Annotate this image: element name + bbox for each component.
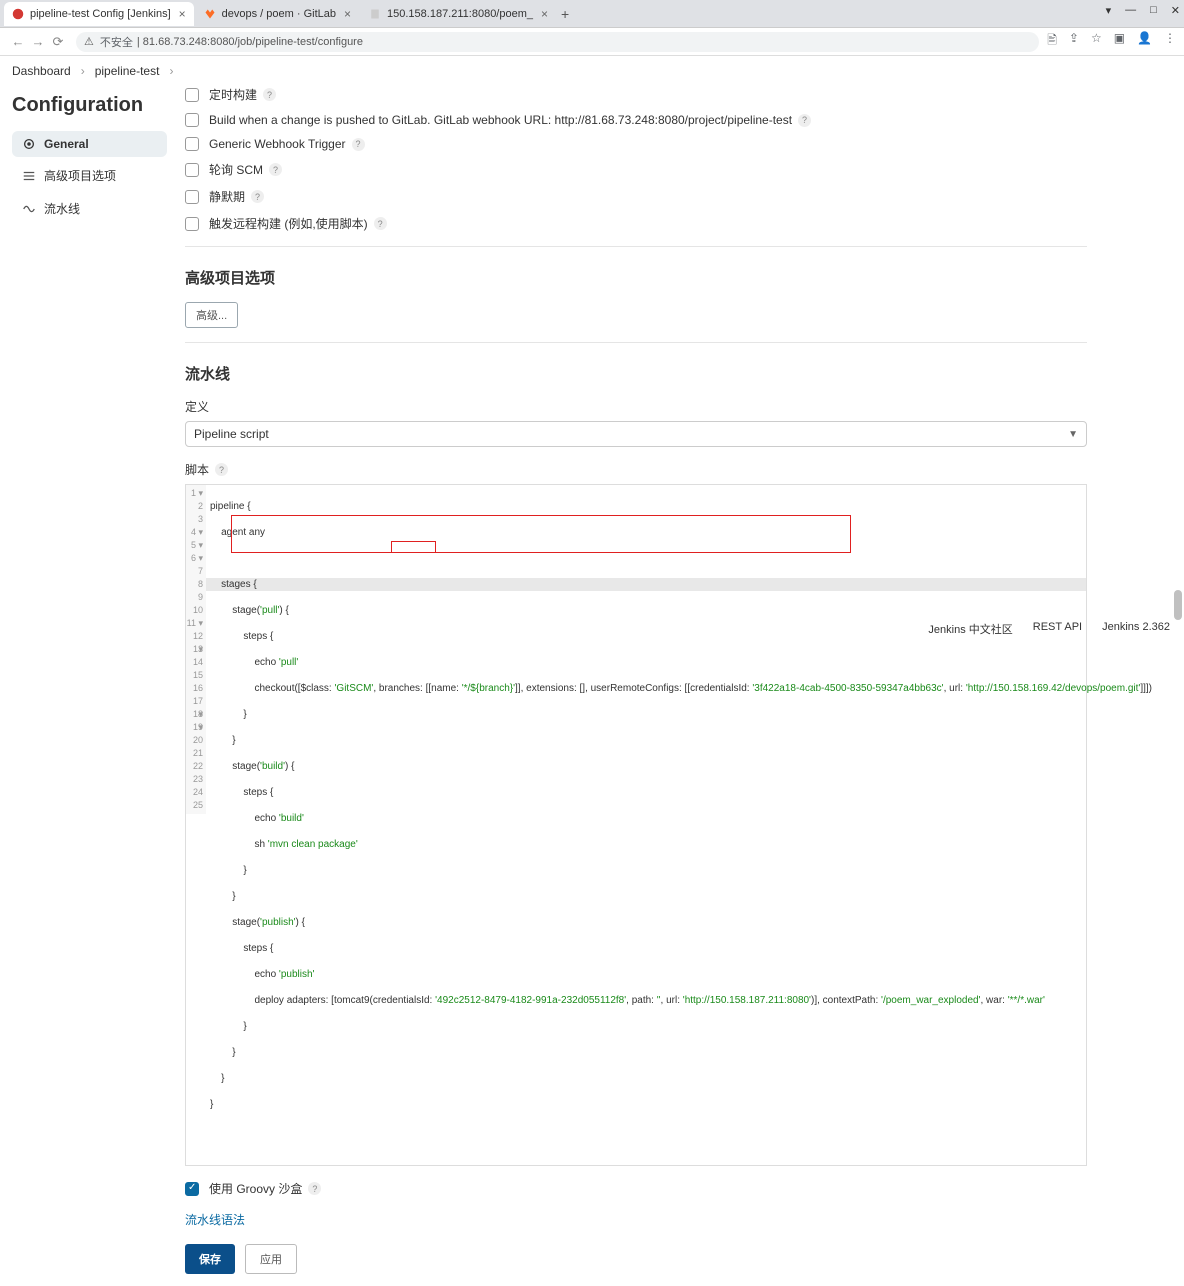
trigger-row-quiet: 静默期 ? <box>185 188 1087 205</box>
close-window-icon[interactable]: ✕ <box>1171 4 1180 17</box>
main-content: 定时构建 ? Build when a change is pushed to … <box>167 86 1087 1286</box>
help-icon[interactable]: ? <box>798 114 811 127</box>
sidebar-item-label: General <box>44 137 89 151</box>
back-button[interactable]: ← <box>8 34 28 49</box>
minimize-icon[interactable]: — <box>1125 4 1136 17</box>
pipeline-heading: 流水线 <box>185 363 1087 384</box>
checkbox[interactable] <box>185 113 199 127</box>
line-gutter: 1 ▾234 ▾5 ▾6 ▾7891011 ▾12 ▾1314151617 ▾1… <box>186 485 206 814</box>
tab-title: pipeline-test Config [Jenkins] <box>30 8 171 20</box>
checkbox-label: 触发远程构建 (例如,使用脚本) <box>209 215 368 232</box>
checkbox-label: Build when a change is pushed to GitLab.… <box>209 113 792 127</box>
browser-tab-2[interactable]: 150.158.187.211:8080/poem_ × <box>361 2 551 26</box>
close-icon[interactable]: × <box>541 7 548 21</box>
insecure-label: 不安全 <box>100 34 133 50</box>
footer-version: Jenkins 2.362 <box>1102 621 1170 637</box>
script-editor[interactable]: 1 ▾234 ▾5 ▾6 ▾7891011 ▾12 ▾1314151617 ▾1… <box>185 484 1087 1166</box>
tab-title: devops / poem · GitLab <box>222 8 336 20</box>
sidebar-item-advanced[interactable]: 高级项目选项 <box>12 161 167 190</box>
profile-icon[interactable]: 👤 <box>1137 31 1152 52</box>
chevron-right-icon: › <box>169 64 173 78</box>
sidebar-item-pipeline[interactable]: 流水线 <box>12 194 167 223</box>
maximize-icon[interactable]: □ <box>1150 4 1157 17</box>
trigger-row-gitlab: Build when a change is pushed to GitLab.… <box>185 113 1087 127</box>
gitlab-icon <box>204 8 216 20</box>
trigger-row-remote: 触发远程构建 (例如,使用脚本) ? <box>185 215 1087 232</box>
forward-button[interactable]: → <box>28 34 48 49</box>
pipeline-icon <box>22 202 36 216</box>
browser-tab-1[interactable]: devops / poem · GitLab × <box>196 2 359 26</box>
star-icon[interactable]: ☆ <box>1091 31 1102 52</box>
checkbox[interactable] <box>185 163 199 177</box>
page-icon <box>369 8 381 20</box>
tab-title: 150.158.187.211:8080/poem_ <box>387 8 533 20</box>
extensions-icon[interactable]: ▣ <box>1114 31 1125 52</box>
help-icon[interactable]: ? <box>263 88 276 101</box>
chevron-down-icon[interactable]: ▾ <box>1106 4 1112 17</box>
jenkins-icon <box>12 8 24 20</box>
definition-select[interactable]: Pipeline script ▼ <box>185 421 1087 447</box>
help-icon[interactable]: ? <box>374 217 387 230</box>
close-icon[interactable]: × <box>179 7 186 21</box>
scrollbar-thumb[interactable] <box>1174 590 1182 620</box>
checkbox-label: 静默期 <box>209 188 245 205</box>
checkbox[interactable] <box>185 137 199 151</box>
sidebar: Configuration General 高级项目选项 流水线 <box>12 86 167 1286</box>
trigger-row-timer: 定时构建 ? <box>185 86 1087 103</box>
close-icon[interactable]: × <box>344 7 351 21</box>
list-icon <box>22 169 36 183</box>
gear-icon <box>22 137 36 151</box>
advanced-heading: 高级项目选项 <box>185 267 1087 288</box>
browser-tab-strip: pipeline-test Config [Jenkins] × devops … <box>0 0 1184 28</box>
breadcrumb-job[interactable]: pipeline-test <box>95 64 160 78</box>
translate-icon[interactable]: 🖹 <box>1047 31 1057 52</box>
footer-rest-link[interactable]: REST API <box>1033 621 1082 637</box>
sandbox-checkbox[interactable] <box>185 1182 199 1196</box>
page-title: Configuration <box>12 94 167 117</box>
checkbox[interactable] <box>185 217 199 231</box>
pipeline-syntax-link[interactable]: 流水线语法 <box>185 1213 245 1227</box>
checkbox-label: 定时构建 <box>209 86 257 103</box>
sandbox-label: 使用 Groovy 沙盒 <box>209 1180 302 1197</box>
new-tab-button[interactable]: + <box>553 6 577 22</box>
checkbox[interactable] <box>185 88 199 102</box>
address-bar[interactable]: ⚠ 不安全 | 81.68.73.248:8080/job/pipeline-t… <box>76 32 1039 52</box>
help-icon[interactable]: ? <box>352 138 365 151</box>
browser-tab-0[interactable]: pipeline-test Config [Jenkins] × <box>4 2 194 26</box>
help-icon[interactable]: ? <box>215 463 228 476</box>
sidebar-item-label: 流水线 <box>44 200 80 217</box>
code-body[interactable]: pipeline { agent any stages { stage('pul… <box>206 485 1086 1165</box>
browser-toolbar: ← → ⟳ ⚠ 不安全 | 81.68.73.248:8080/job/pipe… <box>0 28 1184 56</box>
checkbox-label: 轮询 SCM <box>209 161 263 178</box>
definition-label: 定义 <box>185 398 1087 415</box>
url-text: 81.68.73.248:8080/job/pipeline-test/conf… <box>143 36 363 48</box>
help-icon[interactable]: ? <box>269 163 282 176</box>
insecure-icon: ⚠ <box>84 35 94 48</box>
sandbox-row: 使用 Groovy 沙盒 ? <box>185 1180 1087 1197</box>
menu-icon[interactable]: ⋮ <box>1164 31 1176 52</box>
breadcrumb: Dashboard › pipeline-test › <box>0 56 1184 86</box>
breadcrumb-dashboard[interactable]: Dashboard <box>12 64 71 78</box>
script-label: 脚本 <box>185 461 209 478</box>
chevron-down-icon: ▼ <box>1068 429 1078 440</box>
trigger-row-scm: 轮询 SCM ? <box>185 161 1087 178</box>
reload-button[interactable]: ⟳ <box>48 34 68 50</box>
trigger-row-generic: Generic Webhook Trigger ? <box>185 137 1087 151</box>
apply-button[interactable]: 应用 <box>245 1244 297 1274</box>
help-icon[interactable]: ? <box>251 190 264 203</box>
checkbox[interactable] <box>185 190 199 204</box>
chevron-right-icon: › <box>81 64 85 78</box>
select-value: Pipeline script <box>194 427 269 441</box>
sidebar-item-label: 高级项目选项 <box>44 167 116 184</box>
footer: Jenkins 中文社区 REST API Jenkins 2.362 <box>928 621 1170 637</box>
save-button[interactable]: 保存 <box>185 1244 235 1274</box>
checkbox-label: Generic Webhook Trigger <box>209 137 346 151</box>
advanced-button[interactable]: 高级... <box>185 302 238 328</box>
sidebar-item-general[interactable]: General <box>12 131 167 157</box>
window-controls: ▾ — □ ✕ <box>1106 4 1180 17</box>
share-icon[interactable]: ⇪ <box>1069 31 1079 52</box>
help-icon[interactable]: ? <box>308 1182 321 1195</box>
footer-community-link[interactable]: Jenkins 中文社区 <box>928 621 1012 637</box>
